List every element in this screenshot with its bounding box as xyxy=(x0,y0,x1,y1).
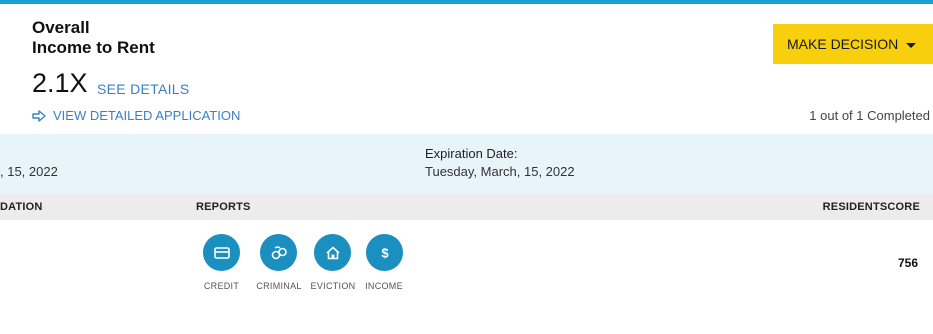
dollar-icon: $ xyxy=(381,245,389,260)
report-label-eviction: EVICTION xyxy=(310,281,356,291)
credit-card-icon xyxy=(213,246,230,259)
eviction-report-button[interactable] xyxy=(314,234,351,271)
report-label-criminal: CRIMINAL xyxy=(256,281,302,291)
income-report-button[interactable]: $ xyxy=(366,234,403,271)
column-header-residentscore: RESIDENTSCORE xyxy=(822,201,920,213)
report-label-income: INCOME xyxy=(365,281,403,291)
see-details-link[interactable]: SEE DETAILS xyxy=(97,81,190,97)
completion-status: 1 out of 1 Completed xyxy=(809,108,930,123)
criminal-report-button[interactable] xyxy=(260,234,297,271)
summary-title-line1: Overall xyxy=(32,18,90,37)
arrow-right-icon xyxy=(32,109,46,122)
view-application-link[interactable]: VIEW DETAILED APPLICATION xyxy=(32,108,240,123)
column-header-reports: REPORTS xyxy=(196,201,251,213)
start-date-value: , 15, 2022 xyxy=(0,164,58,179)
caret-down-icon xyxy=(906,42,917,48)
residentscore-value: 756 xyxy=(897,256,918,270)
make-decision-button[interactable]: MAKE DECISION xyxy=(773,24,933,64)
make-decision-label: MAKE DECISION xyxy=(787,36,899,52)
expiration-date-value: Tuesday, March, 15, 2022 xyxy=(425,164,575,179)
report-label-credit: CREDIT xyxy=(203,281,240,291)
summary-title-line2: Income to Rent xyxy=(32,38,155,57)
credit-report-button[interactable] xyxy=(203,234,240,271)
view-application-label: VIEW DETAILED APPLICATION xyxy=(53,108,241,123)
dates-band: , 15, 2022 Expiration Date: Tuesday, Mar… xyxy=(0,134,933,194)
summary-header: Overall Income to Rent 2.1X SEE DETAILS … xyxy=(0,4,933,134)
column-header-recommendation: DATION xyxy=(0,201,43,213)
house-icon xyxy=(325,246,340,259)
income-ratio-value: 2.1X xyxy=(32,68,88,98)
table-header: DATION REPORTS RESIDENTSCORE xyxy=(0,194,933,220)
handcuffs-icon xyxy=(271,245,287,259)
expiration-date-label: Expiration Date: xyxy=(425,146,518,161)
svg-text:$: $ xyxy=(381,245,389,260)
